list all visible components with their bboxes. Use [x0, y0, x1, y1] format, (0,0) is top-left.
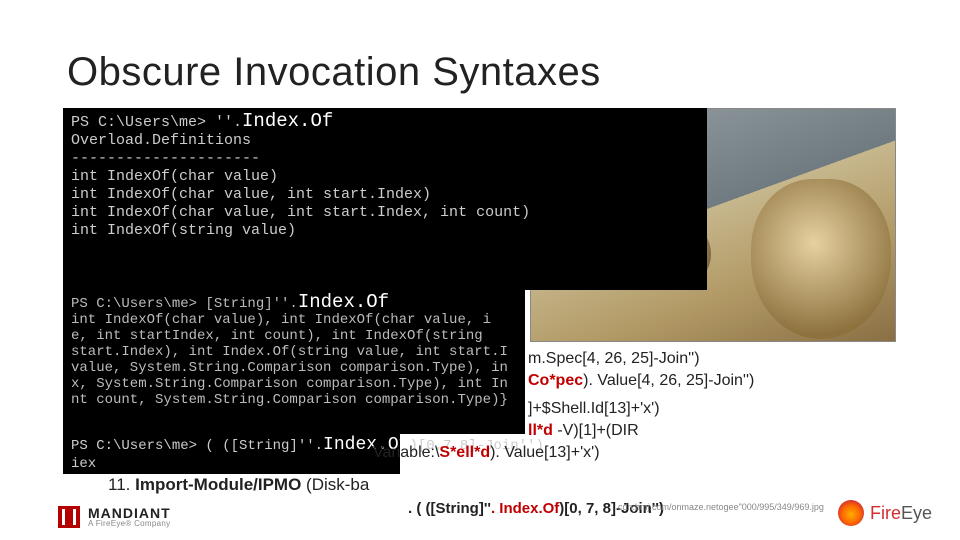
highlight-indexof-1: Index.Of — [242, 110, 333, 132]
item-rest: (Disk-ba — [301, 475, 369, 494]
image-credit-url: cdn.bmj.com/onmaze.netogee"000/995/349/9… — [618, 502, 824, 512]
line-2-red: Co*pec — [528, 372, 583, 389]
terminal-output-3: PS C:\Users\me> ( ([String]''.Index.Of)[… — [63, 434, 400, 474]
numbered-item-11: 11. Import-Module/IPMO (Disk-ba — [108, 475, 369, 495]
terminal-body-2: int IndexOf(char value), int IndexOf(cha… — [71, 312, 508, 408]
terminal-out-3: iex — [71, 456, 96, 472]
line-4-red: ll*d — [528, 422, 553, 439]
logo-mandiant: MANDIANT A FireEye® Company — [58, 505, 171, 528]
callout-prefix: . ( ([String]'' — [408, 500, 491, 517]
logo-fireeye: FireEye — [838, 500, 932, 526]
obscured-slide-text: m.Spec[4, 26, 25]-Join'') Co*pec). Value… — [528, 348, 948, 464]
callout-red: . Index.Of — [491, 500, 559, 517]
line-2-rest: ). Value[4, 26, 25]-Join'') — [583, 372, 754, 389]
line-1: m.Spec[4, 26, 25]-Join'') — [528, 350, 700, 367]
line-5-red: S*ell*d — [439, 444, 490, 461]
line-4-rest: -V)[1]+(DIR — [553, 422, 639, 439]
fireeye-eye: Eye — [901, 503, 932, 523]
fireeye-wordmark: FireEye — [870, 503, 932, 524]
mandiant-mark-icon — [58, 506, 80, 528]
terminal-output-1: PS C:\Users\me> ''.Index.Of Overload.Def… — [63, 108, 707, 290]
prompt-line-3: PS C:\Users\me> ( ([String]''. — [71, 438, 323, 454]
line-5a: Variable:\ — [373, 444, 439, 461]
terminal-body-1: Overload.Definitions -------------------… — [71, 132, 530, 239]
terminal-output-2: PS C:\Users\me> [String]''.Index.Of int … — [63, 290, 525, 434]
slide-title: Obscure Invocation Syntaxes — [67, 50, 601, 95]
prompt-line-2: PS C:\Users\me> [String]''. — [71, 296, 298, 312]
prompt-line-1: PS C:\Users\me> ''. — [71, 114, 242, 131]
fireeye-fire: Fire — [870, 503, 901, 523]
highlight-indexof-2: Index.Of — [298, 291, 389, 313]
line-5c: ). Value[13]+'x') — [490, 444, 599, 461]
item-number: 11. — [108, 475, 130, 494]
fireeye-mark-icon — [838, 500, 864, 526]
mandiant-subtitle: A FireEye® Company — [88, 519, 171, 528]
item-bold: Import-Module/IPMO — [135, 475, 301, 494]
line-3: ]+$Shell.Id[13]+'x') — [528, 400, 660, 417]
